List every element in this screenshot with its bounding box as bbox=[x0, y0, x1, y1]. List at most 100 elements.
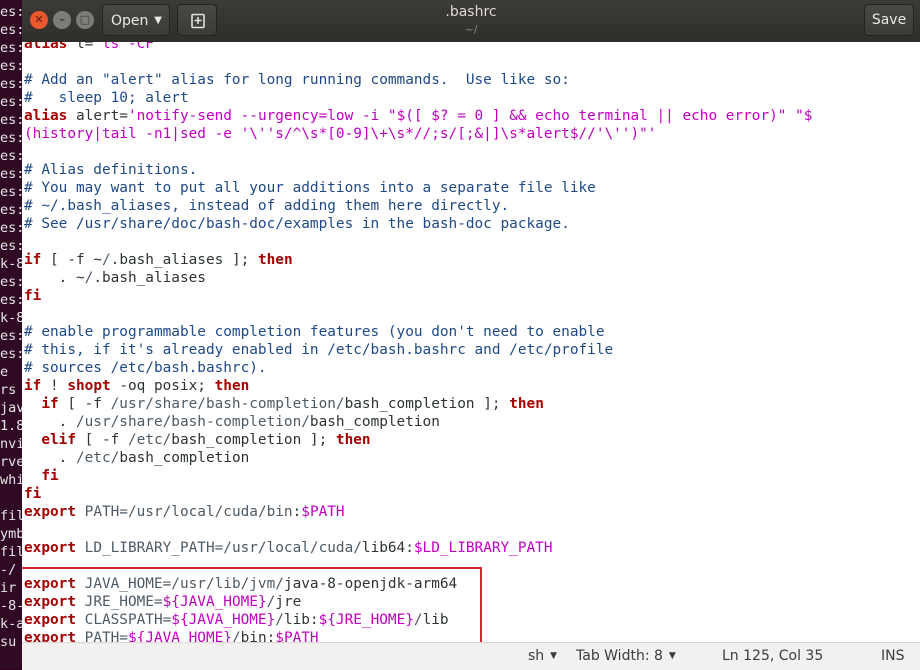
code-token-comment: # Alias definitions. bbox=[24, 162, 198, 178]
code-line: . ~/.bash_aliases bbox=[24, 269, 206, 287]
code-token-path: PATH= bbox=[84, 630, 128, 642]
code-line: export LD_LIBRARY_PATH=/usr/local/cuda/l… bbox=[24, 539, 553, 557]
insert-mode: INS bbox=[881, 648, 905, 664]
code-token-kw: then bbox=[257, 252, 293, 268]
terminal-fragment: es: bbox=[0, 274, 22, 290]
code-token-plain: [ -f bbox=[75, 432, 128, 448]
code-token-kw: if bbox=[24, 378, 42, 394]
code-token-plain: .bash_aliases bbox=[93, 270, 206, 286]
code-token-plain: jre bbox=[275, 594, 302, 610]
terminal-fragment: -8- bbox=[0, 598, 22, 614]
code-token-path: /usr/local/cuda/bin bbox=[127, 504, 293, 520]
code-token-path: LD_LIBRARY_PATH= bbox=[84, 540, 224, 556]
code-line: . /usr/share/bash-completion/bash_comple… bbox=[24, 413, 440, 431]
code-token-kw: if bbox=[41, 396, 59, 412]
code-token-path: /usr/share/bash-completion/ bbox=[75, 414, 310, 430]
code-line: fi bbox=[24, 485, 41, 503]
terminal-fragment: es: bbox=[0, 238, 22, 254]
code-token-comment: # You may want to put all your additions… bbox=[24, 180, 596, 196]
code-token-comment: # See /usr/share/doc/bash-doc/examples i… bbox=[24, 216, 570, 232]
code-line: (history|tail -n1|sed -e '\''s/^\s*[0-9]… bbox=[24, 125, 656, 143]
terminal-fragment: 1.8 bbox=[0, 418, 22, 434]
language-label: sh bbox=[528, 648, 545, 664]
code-token-kw: export bbox=[24, 594, 76, 610]
tab-width-selector[interactable]: Tab Width: 8 ▼ bbox=[576, 648, 676, 664]
code-token-var: $LD_LIBRARY_PATH bbox=[413, 540, 553, 556]
code-token-var: ${JRE_HOME} bbox=[318, 612, 414, 628]
code-token-path: JRE_HOME= bbox=[84, 594, 163, 610]
code-token-kw: alias bbox=[24, 108, 68, 124]
terminal-fragment: es: bbox=[0, 184, 22, 200]
code-token-kw: if bbox=[24, 252, 42, 268]
status-bar: sh ▼ Tab Width: 8 ▼ Ln 125, Col 35 INS bbox=[22, 642, 920, 670]
text-editor[interactable]: alias l='ls -CF' # Add an "alert" alias f… bbox=[22, 42, 920, 642]
terminal-fragment: es: bbox=[0, 94, 22, 110]
code-line: if [ -f ~/.bash_aliases ]; then bbox=[24, 251, 293, 269]
terminal-fragment: es: bbox=[0, 292, 22, 308]
code-token-plain: bash_completion bbox=[309, 414, 440, 430]
code-token-path: / bbox=[266, 594, 276, 610]
code-token-path: / bbox=[231, 630, 241, 642]
terminal-fragment: e bbox=[0, 364, 9, 380]
terminal-fragment: su bbox=[0, 634, 17, 650]
code-line: elif [ -f /etc/bash_completion ]; then bbox=[24, 431, 370, 449]
code-token-kw: then bbox=[214, 378, 250, 394]
terminal-fragment: rve bbox=[0, 454, 22, 470]
terminal-fragment: k-a bbox=[0, 616, 22, 632]
code-line: export CLASSPATH=${JAVA_HOME}/lib:${JRE_… bbox=[24, 611, 449, 629]
code-token-plain: bash_completion ]; bbox=[344, 396, 510, 412]
code-token-comment: # ~/.bash_aliases, instead of adding the… bbox=[24, 198, 510, 214]
code-token-kw: export bbox=[24, 576, 76, 592]
gedit-window: ✕ – □ Open ▼ .bashrc ~/ Save alias l='ls… bbox=[22, 0, 920, 670]
code-line: if ! shopt -oq posix; then bbox=[24, 377, 249, 395]
code-token-plain: . ~ bbox=[24, 270, 85, 286]
code-token-kw: export bbox=[24, 630, 76, 642]
terminal-fragment: ir bbox=[0, 580, 17, 596]
save-button[interactable]: Save bbox=[864, 4, 914, 36]
code-token-plain: lib64: bbox=[361, 540, 414, 556]
window-subtitle: ~/ bbox=[464, 23, 478, 36]
code-token-plain: bash_completion bbox=[119, 450, 250, 466]
code-token-plain: .bash_aliases ]; bbox=[110, 252, 258, 268]
terminal-fragment: ymb bbox=[0, 526, 22, 542]
title-bar: ✕ – □ Open ▼ .bashrc ~/ Save bbox=[22, 0, 920, 42]
code-token-var: ${JAVA_HOME} bbox=[127, 630, 232, 642]
code-token-kw: export bbox=[24, 612, 76, 628]
code-token-plain: lib: bbox=[283, 612, 319, 628]
terminal-fragment: es: bbox=[0, 112, 22, 128]
language-selector[interactable]: sh ▼ bbox=[528, 648, 557, 664]
code-token-comment: # enable programmable completion feature… bbox=[24, 324, 605, 340]
terminal-fragment: rs bbox=[0, 382, 17, 398]
code-token-var: $PATH bbox=[275, 630, 319, 642]
code-token-str: (history|tail -n1|sed -e '\''s/^\s*[0-9]… bbox=[24, 126, 657, 142]
code-token-path: JAVA_HOME= bbox=[84, 576, 172, 592]
code-token-var: ${JAVA_HOME} bbox=[171, 612, 276, 628]
code-line: # enable programmable completion feature… bbox=[24, 323, 604, 341]
terminal-fragment: es: bbox=[0, 202, 22, 218]
code-line: # See /usr/share/doc/bash-doc/examples i… bbox=[24, 215, 570, 233]
code-line: export JAVA_HOME=/usr/lib/jvm/java-8-ope… bbox=[24, 575, 457, 593]
code-token-path: /etc/ bbox=[127, 432, 172, 448]
terminal-fragment: es: bbox=[0, 148, 22, 164]
code-token-plain: lib bbox=[422, 612, 449, 628]
code-token-plain: . bbox=[24, 450, 76, 466]
code-line: export PATH=${JAVA_HOME}/bin:$PATH bbox=[24, 629, 319, 642]
code-token-kw: shopt bbox=[67, 378, 111, 394]
code-line: fi bbox=[24, 467, 59, 485]
code-token-path: /etc/ bbox=[75, 450, 120, 466]
terminal-fragment: k-8 bbox=[0, 256, 22, 272]
code-line: # Add an "alert" alias for long running … bbox=[24, 71, 570, 89]
code-token-comment: # sleep 10; alert bbox=[24, 90, 189, 106]
terminal-fragment: jav bbox=[0, 400, 22, 416]
cursor-position: Ln 125, Col 35 bbox=[722, 648, 824, 664]
terminal-fragment: k-8 bbox=[0, 310, 22, 326]
code-token-kw: fi bbox=[41, 468, 59, 484]
terminal-fragment: es: bbox=[0, 166, 22, 182]
